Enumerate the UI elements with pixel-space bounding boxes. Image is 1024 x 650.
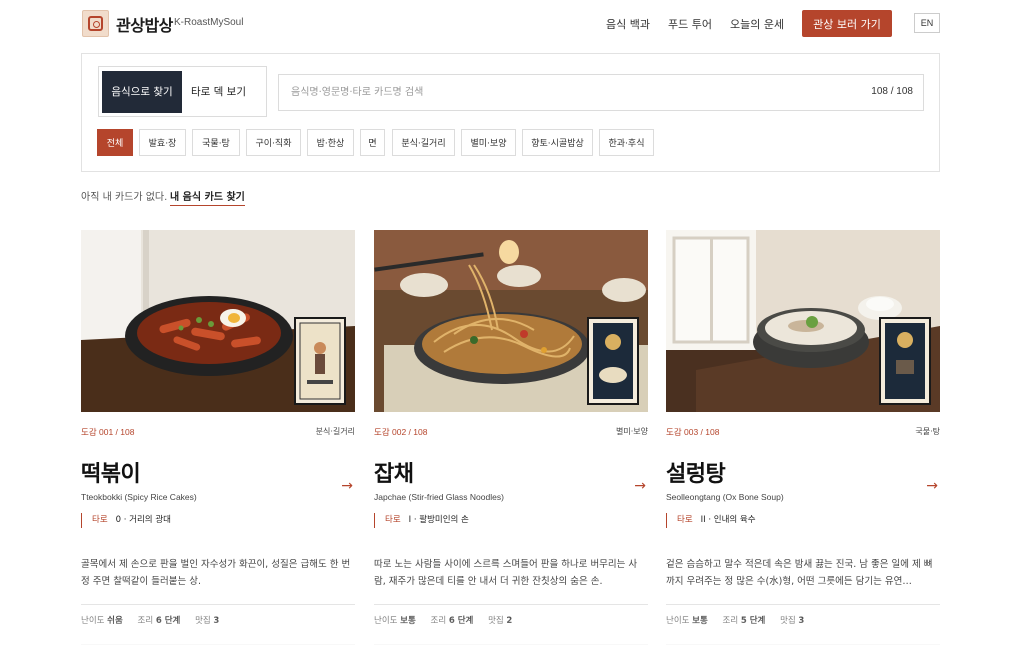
card-divider	[666, 604, 940, 605]
card-category: 분식·길거리	[315, 427, 355, 436]
steps-label: 조리	[137, 616, 154, 626]
tarot-label: 타로	[385, 515, 401, 525]
arrow-right-icon[interactable]: →	[341, 478, 353, 494]
food-card[interactable]: 도감 001 / 108 분식·길거리 떡볶이 → Tteokbokki (Sp…	[81, 230, 355, 650]
card-category: 국물·탕	[915, 427, 940, 436]
search-input[interactable]	[291, 75, 851, 110]
chip-street-food[interactable]: 분식·길거리	[392, 129, 455, 156]
card-stats: 난이도 보통 조리 6 단계 맛집 2	[374, 614, 524, 626]
difficulty-value: 쉬움	[107, 616, 123, 626]
spots-value: 3	[213, 616, 220, 626]
tarot-name: 0 · 거리의 광대	[115, 515, 171, 525]
chip-grill[interactable]: 구이·직화	[246, 129, 301, 156]
difficulty-value: 보통	[400, 616, 416, 626]
food-photo[interactable]	[81, 230, 355, 412]
food-card[interactable]: 도감 003 / 108 국물·탕 설렁탕 → Seolleongtang (O…	[666, 230, 940, 650]
tarot-label: 타로	[92, 515, 108, 525]
spots-value: 3	[798, 616, 805, 626]
card-description: 골목에서 제 손으로 판을 벌인 자수성가 화끈이, 성질은 급해도 한 번 정…	[81, 559, 351, 587]
card-divider	[81, 604, 355, 605]
card-stats: 난이도 보통 조리 5 단계 맛집 3	[666, 614, 816, 626]
spots-label: 맛집	[780, 616, 796, 626]
chip-fermented[interactable]: 발효·장	[139, 129, 186, 156]
card-index: 도감 003 / 108	[666, 427, 720, 437]
steps-label: 조리	[430, 616, 447, 626]
card-description: 따로 노는 사람들 사이에 스르륵 스며들어 판을 하나로 버무리는 사람, 재…	[374, 559, 638, 587]
result-count: 108 / 108	[871, 86, 913, 97]
steps-label: 조리	[722, 616, 739, 626]
brand-subtitle: K-RoastMySoul	[174, 17, 244, 28]
difficulty-label: 난이도	[666, 616, 690, 626]
mode-switch: 음식으로 찾기 타로 덱 보기	[98, 66, 267, 117]
tarot-name: I · 팔방미인의 손	[408, 515, 469, 525]
card-bottom-divider	[81, 644, 355, 645]
card-title[interactable]: 떡볶이	[81, 456, 141, 488]
mode-find-by-food-button[interactable]: 음식으로 찾기	[102, 71, 182, 113]
card-subtitle: Japchae (Stir-fried Glass Noodles)	[374, 492, 504, 502]
chip-regional[interactable]: 향토·시골밥상	[522, 129, 593, 156]
difficulty-label: 난이도	[374, 616, 398, 626]
card-stats: 난이도 쉬움 조리 6 단계 맛집 3	[81, 614, 231, 626]
site-header: 관상밥상 K-RoastMySoul 음식 백과 푸드 투어 오늘의 운세 관상…	[0, 0, 1024, 46]
chip-all[interactable]: 전체	[97, 129, 133, 156]
brand-name[interactable]: 관상밥상	[116, 12, 173, 36]
card-title[interactable]: 설렁탕	[666, 456, 726, 488]
difficulty-value: 보통	[692, 616, 708, 626]
spots-label: 맛집	[195, 616, 211, 626]
tarot-label: 타로	[677, 515, 693, 525]
search-box: 108 / 108	[278, 74, 924, 111]
nav-food-tour[interactable]: 푸드 투어	[668, 16, 712, 32]
card-description: 겉은 슴슴하고 말수 적은데 속은 밤새 끓는 진국. 남 좋은 일에 제 뼈까…	[666, 559, 933, 587]
tarot-name: II · 인내의 육수	[700, 515, 756, 525]
food-card[interactable]: 도감 002 / 108 별미·보양 잡채 → Japchae (Stir-fr…	[374, 230, 648, 650]
tarot-tag: 타로 0 · 거리의 광대	[81, 513, 171, 528]
chip-delicacy[interactable]: 별미·보양	[461, 129, 516, 156]
arrow-right-icon[interactable]: →	[926, 478, 938, 494]
steps-value: 6 단계	[155, 616, 181, 626]
card-index: 도감 002 / 108	[374, 427, 428, 437]
mode-tarot-deck-button[interactable]: 타로 덱 보기	[191, 84, 246, 99]
card-title[interactable]: 잡채	[374, 456, 414, 488]
chip-soup[interactable]: 국물·탕	[192, 129, 240, 156]
arrow-right-icon[interactable]: →	[634, 478, 646, 494]
tarot-tag: 타로 I · 팔방미인의 손	[374, 513, 469, 528]
spots-label: 맛집	[488, 616, 504, 626]
card-divider	[374, 604, 648, 605]
food-photo[interactable]	[666, 230, 940, 412]
language-toggle[interactable]: EN	[914, 13, 940, 33]
card-index: 도감 001 / 108	[81, 427, 135, 437]
card-category: 별미·보양	[616, 427, 648, 436]
nav-todays-fortune[interactable]: 오늘의 운세	[730, 16, 784, 32]
find-my-card-link[interactable]: 내 음식 카드 찾기	[170, 188, 245, 206]
steps-value: 5 단계	[740, 616, 766, 626]
spots-value: 2	[506, 616, 513, 626]
difficulty-label: 난이도	[81, 616, 105, 626]
card-subtitle: Tteokbokki (Spicy Rice Cakes)	[81, 492, 197, 502]
logo-icon[interactable]	[82, 10, 109, 37]
face-reading-cta-button[interactable]: 관상 보러 가기	[802, 10, 892, 37]
chip-dessert[interactable]: 한과·후식	[599, 129, 654, 156]
card-bottom-divider	[666, 644, 940, 645]
no-card-text: 아직 내 카드가 없다.	[81, 192, 168, 203]
steps-value: 6 단계	[448, 616, 474, 626]
chip-rice-meal[interactable]: 밥·한상	[307, 129, 354, 156]
card-bottom-divider	[374, 644, 648, 645]
nav-food-encyclopedia[interactable]: 음식 백과	[606, 16, 650, 32]
chip-noodles[interactable]: 면	[360, 129, 385, 156]
tarot-tag: 타로 II · 인내의 육수	[666, 513, 756, 528]
food-photo[interactable]	[374, 230, 648, 412]
card-subtitle: Seolleongtang (Ox Bone Soup)	[666, 492, 784, 502]
search-panel: 음식으로 찾기 타로 덱 보기 108 / 108 전체 발효·장 국물·탕 구…	[81, 53, 940, 172]
